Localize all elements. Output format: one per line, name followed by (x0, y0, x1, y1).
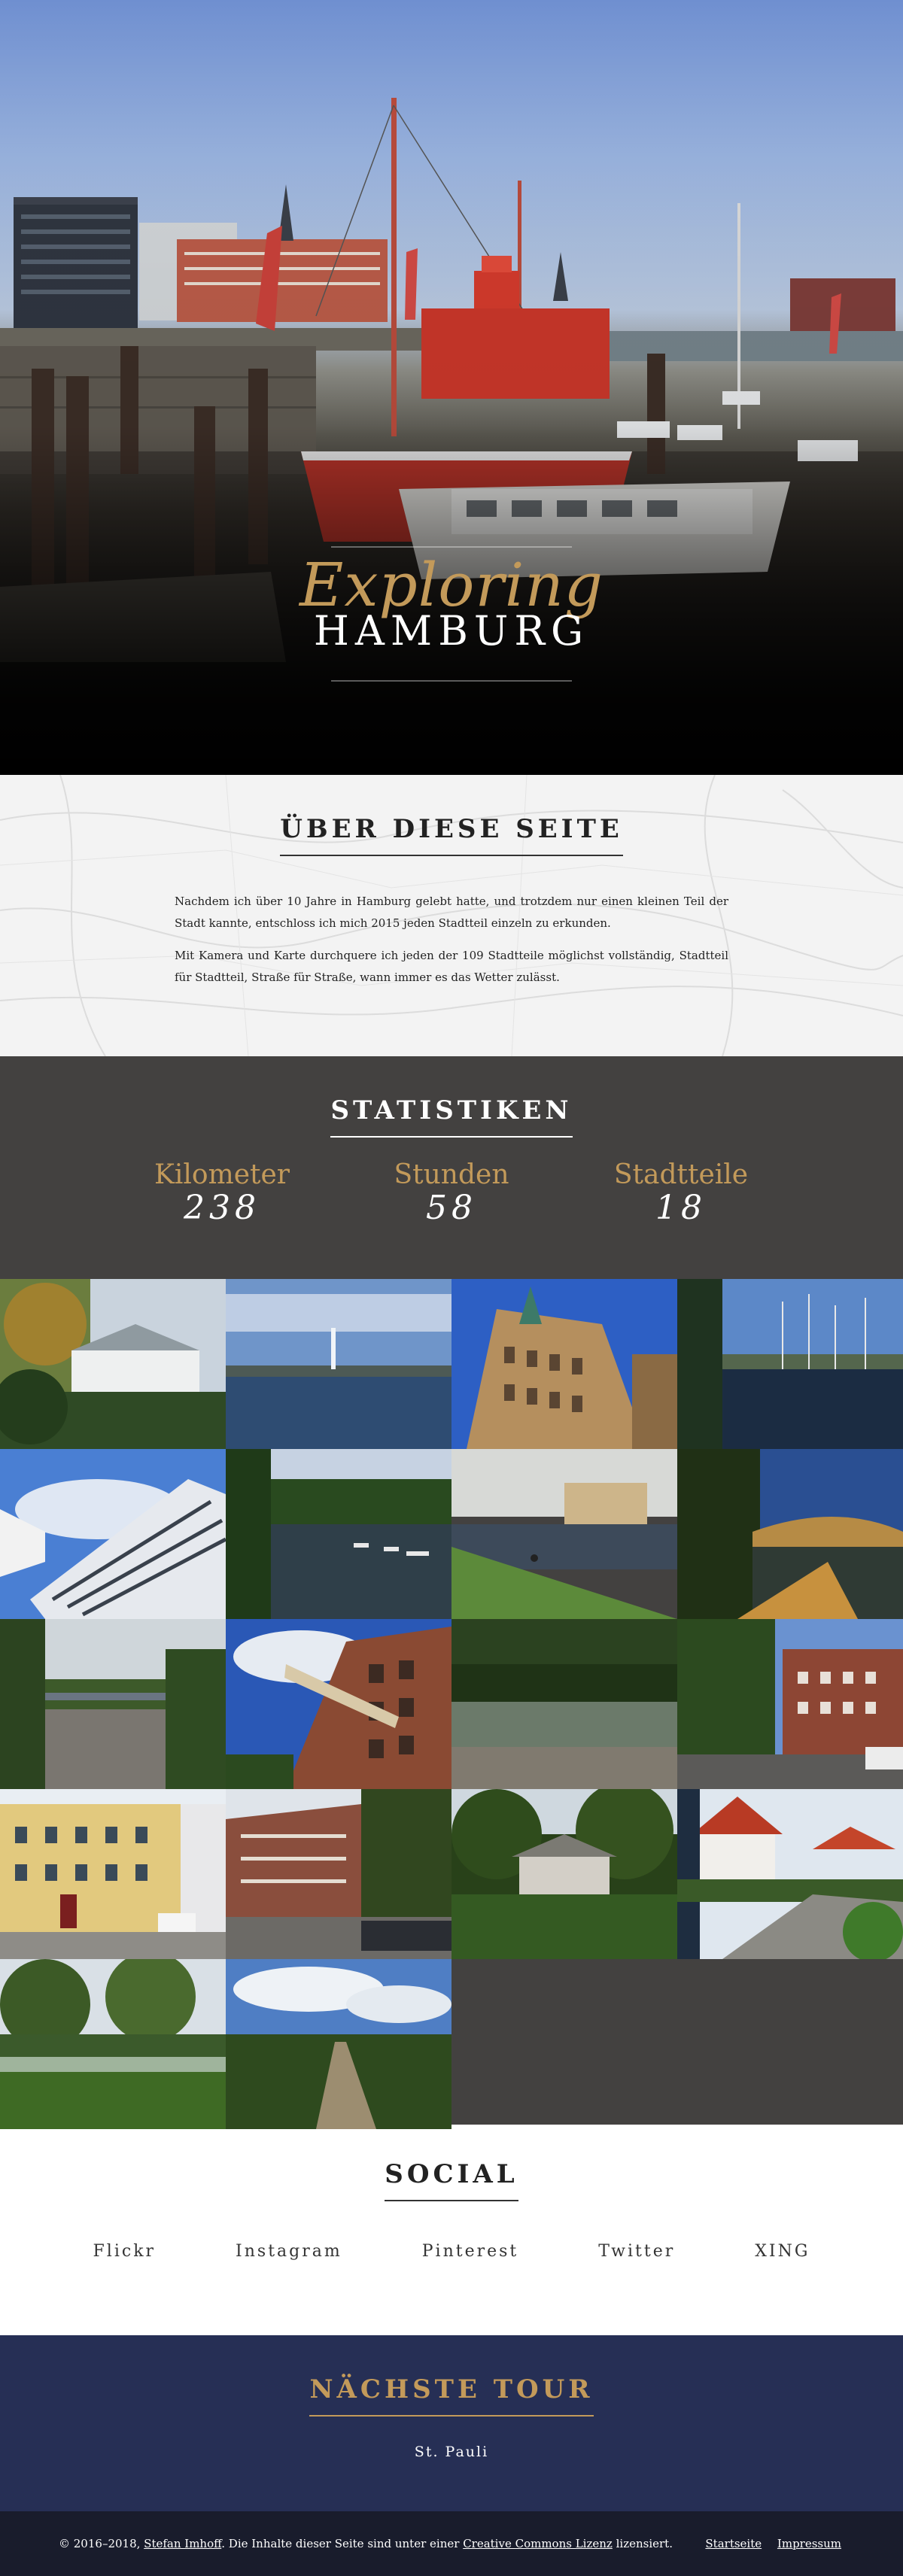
stats-row: Kilometer 238 Stunden 58 Stadtteile 18 (135, 1160, 768, 1226)
footer-link-impressum[interactable]: Impressum (777, 2537, 841, 2550)
stats-section: STATISTIKEN Kilometer 238 Stunden 58 Sta… (0, 1056, 903, 1279)
stats-title: STATISTIKEN (330, 1095, 573, 1138)
gallery-photo-villa-trees[interactable] (0, 1279, 226, 1449)
footer: © 2016–2018, Stefan Imhoff. Die Inhalte … (0, 2511, 903, 2576)
gallery-photo-canal-meadow[interactable] (451, 1449, 677, 1619)
copyright-prefix: © 2016–2018, (59, 2537, 141, 2550)
gallery-photo-office-building[interactable] (0, 1449, 226, 1619)
social-link-twitter[interactable]: Twitter (598, 2242, 675, 2261)
next-tour-title: NÄCHSTE TOUR (309, 2374, 594, 2417)
about-title: ÜBER DIESE SEITE (280, 814, 623, 856)
hero-section: Exploring HAMBURG (0, 0, 903, 775)
social-link-pinterest[interactable]: Pinterest (422, 2242, 519, 2261)
author-link[interactable]: Stefan Imhoff (144, 2537, 221, 2550)
gallery-photo-bridge-sunset[interactable] (677, 1449, 903, 1619)
stat-label: Stunden (394, 1159, 509, 1190)
gallery-photo-yellow-house[interactable] (0, 1789, 226, 1959)
social-link-xing[interactable]: XING (755, 2242, 810, 2261)
gallery-photo-alster-fountain[interactable] (226, 1279, 451, 1449)
hero-script-title: Exploring (299, 550, 604, 620)
hero-divider-bottom (331, 680, 572, 682)
next-tour-district-link[interactable]: St. Pauli (0, 2444, 903, 2460)
stat-stadtteile: Stadtteile 18 (594, 1160, 768, 1226)
about-paragraph-2: Mit Kamera und Karte durchquere ich jede… (175, 949, 728, 984)
stat-value: 238 (184, 1188, 260, 1227)
gallery-photo-park-pond[interactable] (451, 1619, 677, 1789)
social-link-flickr[interactable]: Flickr (93, 2242, 157, 2261)
gallery-photo-lake-park[interactable] (0, 1959, 226, 2129)
footer-nav: Startseite Impressum (693, 2537, 841, 2550)
stat-label: Stadtteile (613, 1159, 749, 1190)
stat-kilometer: Kilometer 238 (135, 1160, 309, 1226)
stat-value: 58 (426, 1188, 477, 1227)
stat-label: Kilometer (154, 1159, 290, 1190)
social-link-instagram[interactable]: Instagram (236, 2242, 342, 2261)
gallery-photo-marina[interactable] (677, 1279, 903, 1449)
about-section: ÜBER DIESE SEITE Nachdem ich über 10 Jah… (0, 775, 903, 1056)
gallery-photo-red-roof-street[interactable] (677, 1789, 903, 1959)
copyright-suffix: lizensiert. (616, 2537, 673, 2550)
photo-gallery (0, 1279, 903, 2129)
gallery-photo-brick-block[interactable] (226, 1789, 451, 1959)
gallery-photo-river-boats[interactable] (226, 1449, 451, 1619)
footer-link-startseite[interactable]: Startseite (705, 2537, 762, 2550)
gallery-photo-hedge-path[interactable] (226, 1959, 451, 2129)
gallery-photo-brick-lettering[interactable] (226, 1619, 451, 1789)
social-title: SOCIAL (385, 2159, 518, 2201)
stat-stunden: Stunden 58 (365, 1160, 538, 1226)
hero-divider-top (331, 546, 572, 548)
social-section: SOCIAL Flickr Instagram Pinterest Twitte… (0, 2125, 903, 2335)
about-paragraph-1: Nachdem ich über 10 Jahre in Hamburg gel… (175, 895, 728, 930)
footer-copyright: © 2016–2018, Stefan Imhoff. Die Inhalte … (59, 2537, 673, 2550)
next-tour-section: NÄCHSTE TOUR St. Pauli (0, 2335, 903, 2511)
gallery-photo-forest-cottage[interactable] (451, 1789, 677, 1959)
copyright-middle: . Die Inhalte dieser Seite sind unter ei… (221, 2537, 460, 2550)
social-links: Flickr Instagram Pinterest Twitter XING (0, 2242, 903, 2261)
gallery-photo-rathaus[interactable] (451, 1279, 677, 1449)
stat-value: 18 (655, 1188, 707, 1227)
gallery-photo-brick-street[interactable] (677, 1619, 903, 1789)
gallery-photo-railway-bridge[interactable] (0, 1619, 226, 1789)
hero-title: Exploring HAMBURG (0, 546, 903, 682)
license-link[interactable]: Creative Commons Lizenz (463, 2537, 613, 2550)
hero-main-title: HAMBURG (313, 607, 590, 655)
